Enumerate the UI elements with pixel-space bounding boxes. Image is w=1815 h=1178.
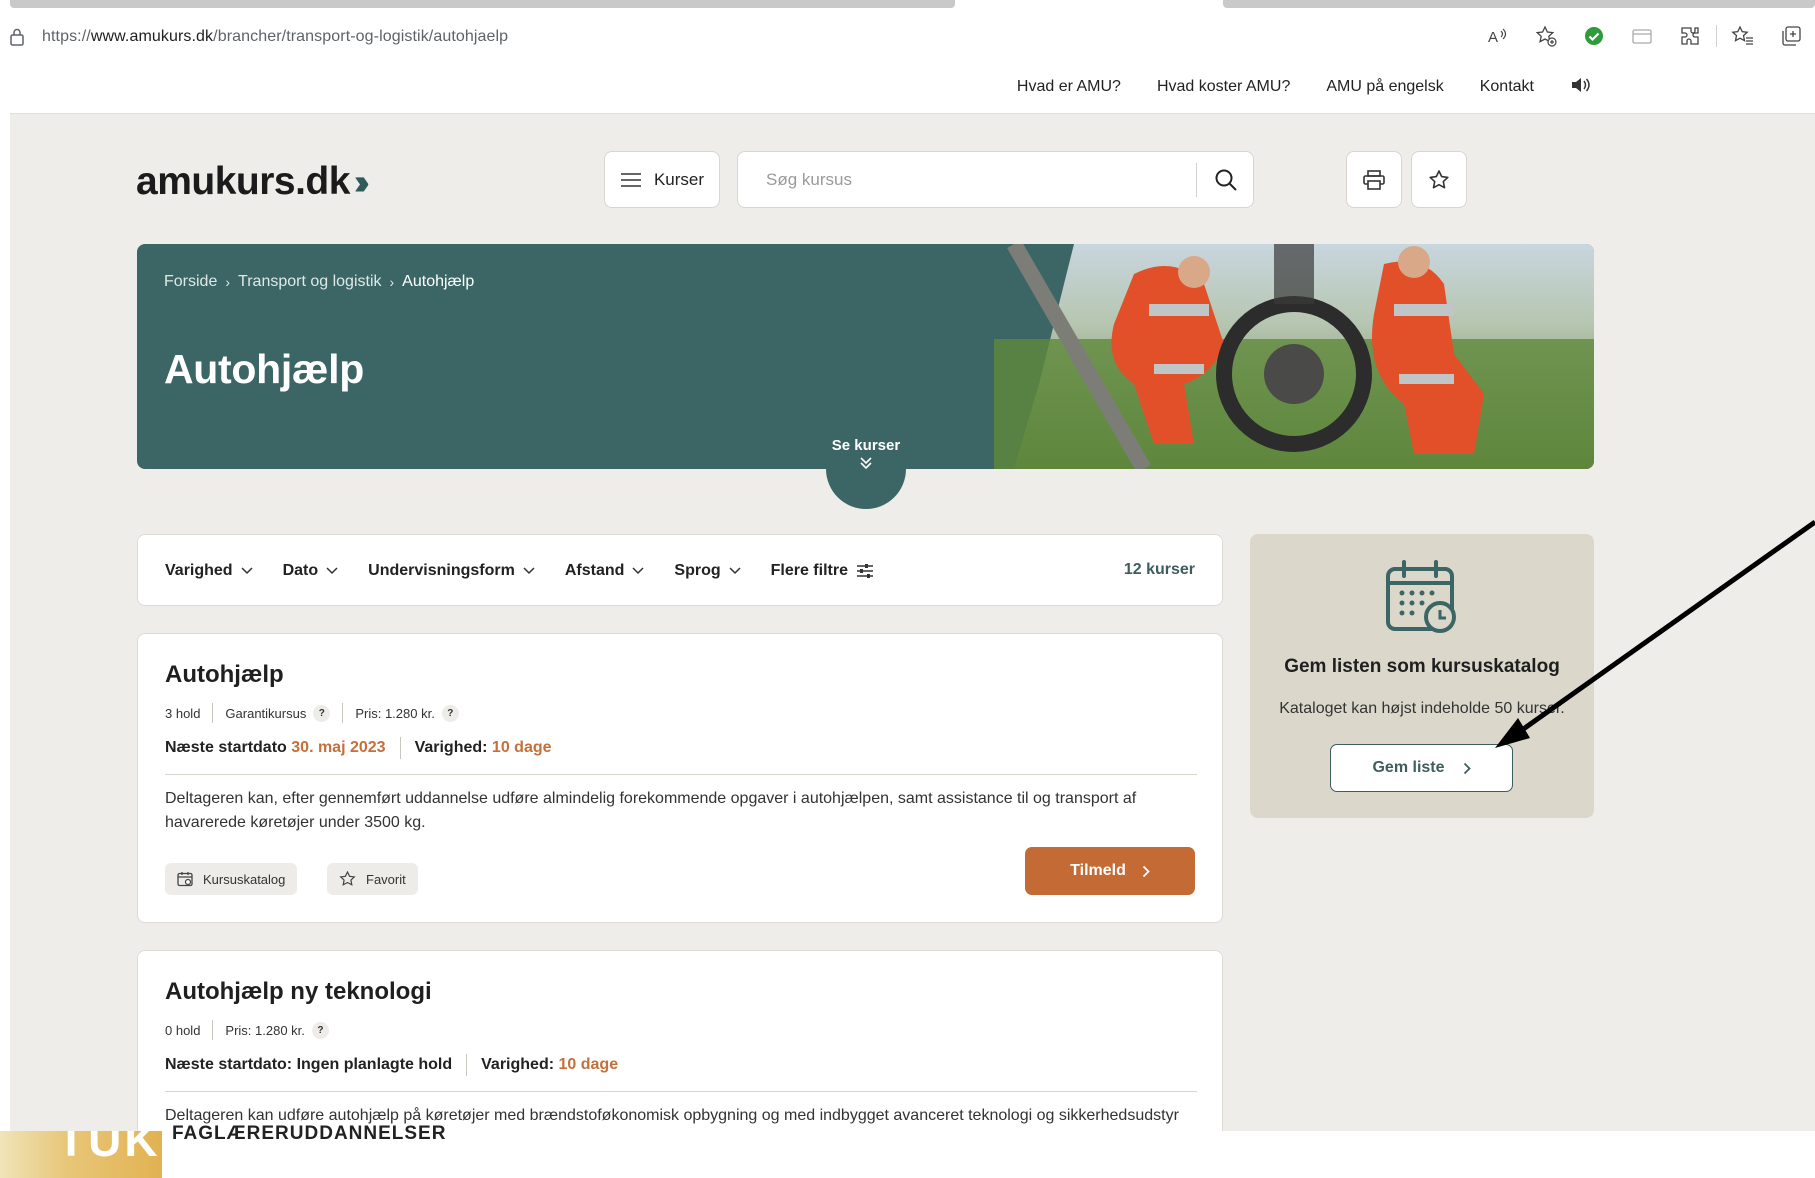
nav-link-kontakt[interactable]: Kontakt [1480, 78, 1534, 96]
duration-label: Varighed: [414, 739, 488, 756]
star-icon [339, 871, 356, 886]
course-holds: 0 hold [165, 1022, 201, 1038]
scroll-to-courses-label: Se kurser [831, 437, 901, 454]
footer-logo-bar: TUK FAGLÆRERUDDANNELSER [0, 1123, 1815, 1178]
star-icon [1429, 169, 1449, 188]
signup-button[interactable]: Tilmeld [1025, 847, 1195, 895]
help-icon[interactable]: ? [311, 1021, 329, 1039]
web-page: Hvad er AMU? Hvad koster AMU? AMU på eng… [10, 60, 1815, 1155]
search-button[interactable] [1204, 160, 1248, 200]
calendar-clock-icon [1386, 560, 1456, 633]
filter-afstand[interactable]: Afstand [565, 562, 645, 580]
filter-bar: Varighed Dato Undervisningsform Afstand … [137, 534, 1223, 606]
catalog-box: Gem listen som kursuskatalog Kataloget k… [1250, 534, 1594, 818]
courses-menu-button[interactable]: Kurser [604, 151, 720, 208]
footer-text: FAGLÆRERUDDANNELSER [172, 1123, 447, 1144]
browser-tab[interactable] [10, 0, 955, 8]
duration-value: 10 dage [491, 739, 552, 756]
search-box [737, 151, 1254, 208]
favorite-button[interactable]: Favorit [327, 863, 418, 895]
sliders-icon [856, 564, 873, 578]
duration-value: 10 dage [558, 1056, 619, 1073]
favorites-icon[interactable] [1719, 18, 1767, 54]
address-bar[interactable]: https://www.amukurs.dk/brancher/transpor… [0, 14, 1815, 60]
catalog-subtitle: Kataloget kan højst indeholde 50 kurser. [1279, 700, 1565, 717]
duration-label: Varighed: [481, 1056, 555, 1073]
read-aloud-icon[interactable]: A [1474, 18, 1522, 54]
start-date-value: 30. maj 2023 [291, 739, 386, 756]
chevron-right-icon: › [225, 274, 231, 290]
double-chevron-down-icon [860, 457, 872, 470]
tuk-logo: TUK [0, 1131, 162, 1178]
save-list-label: Gem liste [1372, 759, 1445, 776]
nav-link-hvad-koster-amu[interactable]: Hvad koster AMU? [1157, 78, 1290, 96]
chevron-down-icon [632, 567, 644, 575]
hamburger-icon [620, 172, 641, 187]
svg-text:A: A [1488, 29, 1498, 45]
course-card: Autohjælp 3 hold Garantikursus? Pris: 1.… [137, 633, 1223, 923]
filter-dato[interactable]: Dato [283, 562, 339, 580]
breadcrumb: Forside › Transport og logistik › Autohj… [164, 273, 474, 291]
search-icon [1215, 169, 1237, 191]
course-price: Pris: 1.280 kr. [225, 1022, 305, 1038]
save-list-button[interactable]: Gem liste [1330, 744, 1513, 792]
page-title: Autohjælp [164, 346, 364, 392]
course-title[interactable]: Autohjælp ny teknologi [165, 978, 432, 1006]
browser-tab-strip [0, 0, 1815, 12]
filter-flere-filtre[interactable]: Flere filtre [771, 562, 874, 580]
course-price: Pris: 1.280 kr. [355, 705, 435, 721]
tabs-icon[interactable] [1767, 18, 1815, 54]
print-button[interactable] [1346, 151, 1402, 208]
chevron-right-icon [1142, 865, 1150, 877]
site-logo[interactable]: amukurs.dk ›› [136, 160, 370, 204]
chevron-down-icon [326, 567, 338, 575]
course-description: Deltageren kan, efter gennemført uddanne… [165, 790, 1137, 831]
filter-sprog[interactable]: Sprog [674, 562, 741, 580]
scroll-to-courses-button[interactable]: Se kurser [826, 434, 906, 547]
logo-arrows-icon: ›› [353, 161, 370, 202]
nav-link-hvad-er-amu[interactable]: Hvad er AMU? [1017, 78, 1121, 96]
add-favorite-icon[interactable] [1522, 18, 1570, 54]
breadcrumb-link-transport[interactable]: Transport og logistik [238, 273, 381, 291]
speaker-icon[interactable] [1570, 76, 1590, 99]
courses-menu-label: Kurser [653, 169, 705, 189]
favorite-label: Favorit [366, 871, 406, 887]
course-count: 12 kurser [1123, 561, 1195, 578]
breadcrumb-current: Autohjælp [402, 273, 475, 290]
extensions-icon[interactable] [1666, 18, 1714, 54]
help-icon[interactable]: ? [441, 704, 459, 722]
help-icon[interactable]: ? [313, 704, 331, 722]
filter-undervisningsform[interactable]: Undervisningsform [368, 562, 535, 580]
nav-link-amu-paa-engelsk[interactable]: AMU på engelsk [1326, 78, 1443, 96]
search-input[interactable] [766, 168, 1166, 192]
favorites-button[interactable] [1411, 151, 1467, 208]
catalog-title: Gem listen som kursuskatalog [1284, 656, 1560, 677]
calendar-icon [177, 872, 193, 887]
start-date-label: Næste startdato [165, 739, 287, 756]
lock-icon[interactable] [10, 28, 24, 46]
course-title[interactable]: Autohjælp [165, 661, 284, 689]
chevron-down-icon [729, 567, 741, 575]
top-navigation: Hvad er AMU? Hvad koster AMU? AMU på eng… [10, 60, 1815, 114]
shield-check-icon[interactable] [1570, 18, 1618, 54]
chevron-down-icon [523, 567, 535, 575]
filter-varighed[interactable]: Varighed [165, 562, 253, 580]
breadcrumb-link-forside[interactable]: Forside [164, 273, 217, 291]
chevron-right-icon: › [389, 274, 395, 290]
hero-photo [994, 244, 1594, 469]
browser-tab[interactable] [1223, 0, 1815, 8]
chevron-right-icon [1463, 762, 1471, 774]
collections-icon[interactable] [1618, 18, 1666, 54]
start-date-label: Næste startdato: Ingen planlagte hold [165, 1056, 453, 1073]
add-to-catalog-button[interactable]: Kursuskatalog [165, 863, 298, 895]
url-text[interactable]: https://www.amukurs.dk/brancher/transpor… [42, 28, 508, 46]
course-holds: 3 hold [165, 705, 201, 721]
signup-label: Tilmeld [1070, 862, 1126, 879]
printer-icon [1363, 169, 1385, 190]
add-to-catalog-label: Kursuskatalog [203, 871, 286, 887]
chevron-down-icon [241, 567, 253, 575]
guarantee-label: Garantikursus [225, 705, 307, 721]
